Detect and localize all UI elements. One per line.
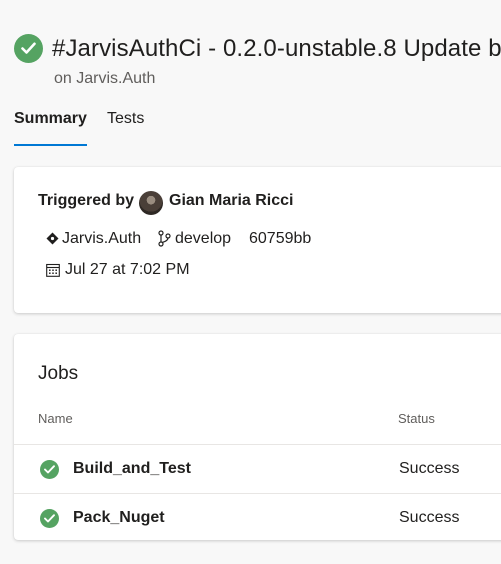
run-title: #JarvisAuthCi - 0.2.0-unstable.8 Update … [52,35,501,62]
commit-link[interactable]: 60759bb [249,230,311,248]
tab-tests[interactable]: Tests [107,110,144,128]
run-date: Jul 27 at 7:02 PM [65,261,190,278]
table-row[interactable]: Pack_Nuget Success [14,493,501,542]
job-name[interactable]: Pack_Nuget [73,509,165,527]
repo-link[interactable]: Jarvis.Auth [62,230,141,248]
column-header-name: Name [38,411,73,426]
calendar-icon [46,263,60,282]
jobs-card: Jobs Name Status Build_and_Test Success … [14,334,501,540]
success-status-icon [14,34,43,63]
run-subtitle[interactable]: on Jarvis.Auth [54,70,155,88]
triggered-by-label: Triggered by [38,192,135,209]
column-header-status: Status [398,411,435,426]
tab-summary[interactable]: Summary [14,110,87,128]
success-check-icon [40,509,59,528]
avatar [139,191,163,215]
trigger-card: Triggered by Gian Maria Ricci Jarvis.Aut… [14,167,501,313]
table-row[interactable]: Build_and_Test Success [14,444,501,493]
trigger-user-name[interactable]: Gian Maria Ricci [169,192,294,210]
branch-link[interactable]: develop [175,230,231,248]
jobs-title: Jobs [38,363,79,384]
repo-diamond-icon [46,232,59,248]
job-status: Success [399,509,460,526]
job-status: Success [399,460,460,477]
active-tab-indicator [14,144,87,146]
success-check-icon [40,460,59,479]
job-name[interactable]: Build_and_Test [73,460,191,478]
branch-icon [158,230,171,252]
